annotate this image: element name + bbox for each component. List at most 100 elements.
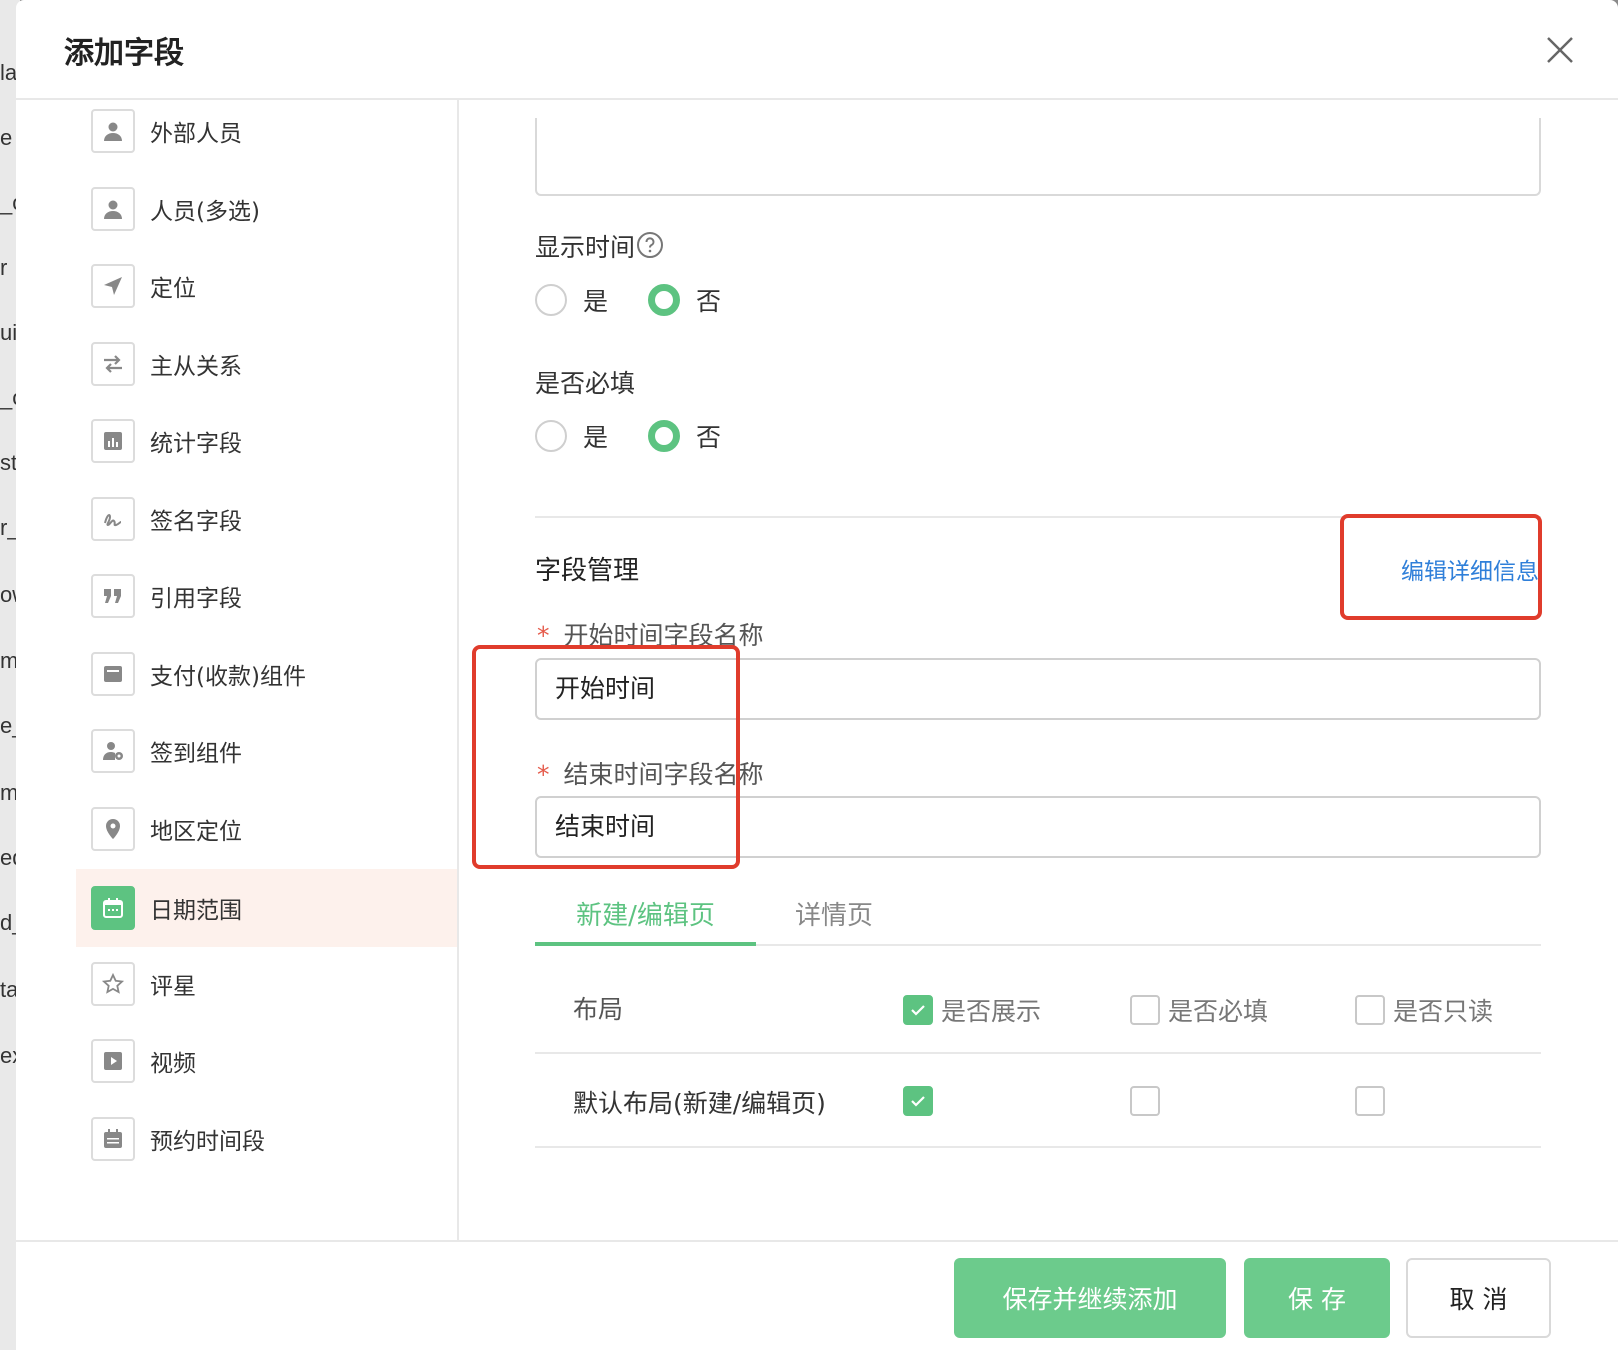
sidebar-item-stat-field[interactable]: 统计字段 [76,402,457,480]
sidebar-item-label: 定位 [150,276,196,302]
person-icon [91,187,135,231]
calendar-icon [91,1117,135,1161]
sidebar-item-region-location[interactable]: 地区定位 [76,790,457,868]
required-radio-group: 是 否 [535,418,761,454]
required-yes-radio[interactable] [535,420,567,452]
background-text: la [0,60,18,85]
sidebar-item-label: 引用字段 [150,586,242,612]
description-textarea[interactable] [535,118,1541,196]
readonly-cell [1355,1086,1385,1116]
tab-detail-page[interactable]: 详情页 [795,890,873,946]
readonly-checkbox[interactable] [1355,1086,1385,1116]
sidebar-item-rating[interactable]: 评星 [76,945,457,1023]
save-button[interactable]: 保 存 [1244,1258,1390,1338]
section-divider [535,516,1541,518]
field-settings-form: 显示时间 是 否 是否必填 是 否 字段管理 编辑详细信息 * 开始时间字段名称 … [461,100,1618,1240]
star-icon [91,962,135,1006]
layout-column-header: 布局 [573,995,624,1024]
show-column-header[interactable]: 是否展示 [903,992,1041,1028]
checkbox-label: 是否只读 [1393,997,1494,1026]
radio-label: 否 [696,423,722,452]
radio-label: 是 [583,423,609,452]
sidebar-item-label: 日期范围 [150,898,242,924]
end-field-label-text: 结束时间字段名称 [563,760,764,789]
sidebar-item-label: 主从关系 [150,354,242,380]
show-all-checkbox[interactable] [903,995,933,1025]
map-pin-icon [91,807,135,851]
required-star: * [537,760,550,789]
signature-icon [91,497,135,541]
person-icon [91,109,135,153]
location-arrow-icon [91,264,135,308]
tab-new-edit-page[interactable]: 新建/编辑页 [535,890,756,946]
permission-row-default-layout: 默认布局(新建/编辑页) [535,1056,1541,1148]
sidebar-item-label: 支付(收款)组件 [150,664,306,690]
sidebar-item-signature-field[interactable]: 签名字段 [76,480,457,558]
start-field-label-text: 开始时间字段名称 [563,621,764,650]
layout-tabs: 新建/编辑页 详情页 [535,890,1541,946]
video-play-icon [91,1039,135,1083]
checkbox-label: 是否展示 [941,997,1042,1026]
permission-header-row: 布局 是否展示 是否必填 是否只读 [535,962,1541,1054]
checkbox-label: 是否必填 [1168,997,1269,1026]
readonly-all-checkbox[interactable] [1355,995,1385,1025]
add-field-dialog: 添加字段 外部人员 人员(多选) 定位 主从关系 统计字段 签名字段 引用字段 … [16,0,1618,1350]
sidebar-item-appointment-slot[interactable]: 预约时间段 [76,1100,457,1178]
sidebar-item-label: 地区定位 [150,819,242,845]
sidebar-item-label: 预约时间段 [150,1129,265,1155]
start-field-label: * 开始时间字段名称 [537,616,764,652]
show-time-yes-radio[interactable] [535,284,567,316]
required-checkbox[interactable] [1130,1086,1160,1116]
sidebar-item-check-in[interactable]: 签到组件 [76,712,457,790]
cancel-button[interactable]: 取 消 [1406,1258,1551,1338]
background-text: st [0,450,18,475]
radio-label: 否 [696,287,722,316]
sidebar-item-external-person[interactable]: 外部人员 [76,100,457,170]
sidebar-item-label: 外部人员 [150,121,242,147]
end-field-input[interactable]: 结束时间 [535,796,1541,858]
required-label: 是否必填 [535,369,636,398]
sidebar-item-person-multi[interactable]: 人员(多选) [76,170,457,248]
show-time-label: 显示时间 [535,233,636,262]
readonly-column-header[interactable]: 是否只读 [1355,992,1493,1028]
start-field-input[interactable]: 开始时间 [535,658,1541,720]
dialog-footer: 保存并继续添加 保 存 取 消 [16,1240,1618,1350]
show-checkbox[interactable] [903,1086,933,1116]
required-no-radio[interactable] [648,420,681,452]
card-icon [91,652,135,696]
background-text: r [0,255,8,280]
sidebar-item-date-range[interactable]: 日期范围 [76,869,457,947]
close-icon [1547,37,1573,63]
sidebar-item-location[interactable]: 定位 [76,247,457,325]
required-column-header[interactable]: 是否必填 [1130,992,1268,1028]
required-all-checkbox[interactable] [1130,995,1160,1025]
background-text: ui [0,320,18,345]
sidebar-item-label: 签到组件 [150,741,242,767]
close-button[interactable] [1542,32,1578,68]
sidebar-item-reference-field[interactable]: 引用字段 [76,557,457,635]
quote-icon [91,574,135,618]
help-icon[interactable] [636,231,664,259]
end-field-label: * 结束时间字段名称 [537,755,764,791]
edit-details-link[interactable]: 编辑详细信息 [1401,552,1539,586]
sidebar-item-video[interactable]: 视频 [76,1022,457,1100]
show-time-no-radio[interactable] [648,284,681,316]
calendar-icon [91,886,135,930]
field-type-sidebar[interactable]: 外部人员 人员(多选) 定位 主从关系 统计字段 签名字段 引用字段 支付(收款… [16,100,459,1240]
dialog-title: 添加字段 [64,36,184,71]
save-and-continue-button[interactable]: 保存并继续添加 [954,1258,1226,1338]
check-in-person-icon [91,729,135,773]
sidebar-item-master-detail[interactable]: 主从关系 [76,325,457,403]
swap-arrows-icon [91,342,135,386]
layout-name: 默认布局(新建/编辑页) [573,1089,826,1118]
sidebar-item-label: 评星 [150,974,196,1000]
dialog-header: 添加字段 [16,0,1618,100]
check-icon [911,1005,925,1016]
sidebar-item-payment[interactable]: 支付(收款)组件 [76,635,457,713]
sidebar-item-label: 人员(多选) [150,199,260,225]
required-cell [1130,1086,1160,1116]
bar-chart-icon [91,419,135,463]
show-time-radio-group: 是 否 [535,282,761,318]
sidebar-item-label: 视频 [150,1051,196,1077]
sidebar-item-label: 签名字段 [150,509,242,535]
